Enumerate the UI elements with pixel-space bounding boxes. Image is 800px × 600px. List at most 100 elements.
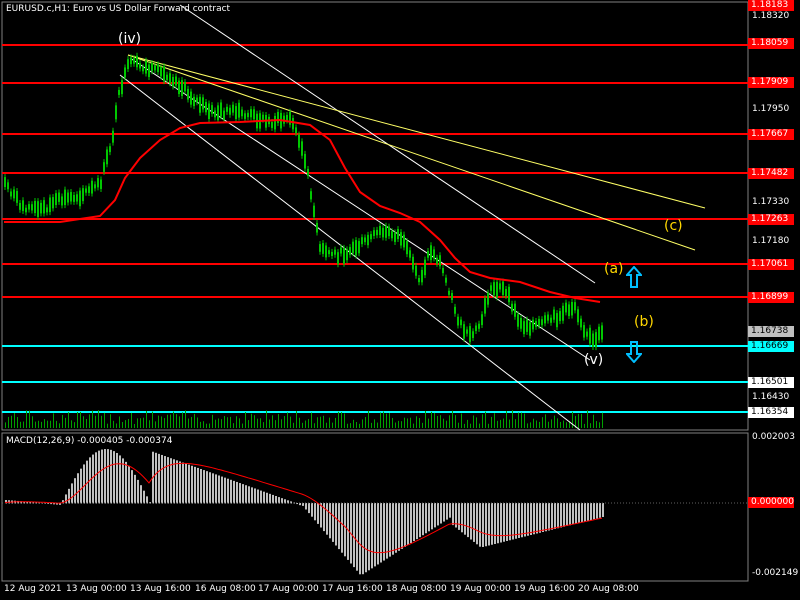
volume-bar: [338, 411, 339, 428]
volume-bar: [215, 419, 216, 428]
macd-histogram-bar: [566, 503, 568, 526]
candle-body: [25, 207, 27, 213]
macd-histogram-bar: [353, 503, 355, 568]
volume-bar: [257, 418, 258, 428]
candle-body: [382, 227, 384, 238]
wave-label-iv[interactable]: (iv): [118, 31, 141, 47]
volume-bar: [374, 419, 375, 428]
volume-bar: [218, 418, 219, 428]
macd-histogram-bar: [125, 461, 127, 504]
volume-bar: [146, 410, 147, 428]
macd-histogram-bar: [209, 472, 211, 504]
candle-body: [94, 184, 96, 189]
macd-histogram-bar: [305, 503, 307, 510]
macd-histogram-bar: [596, 503, 598, 519]
macd-histogram-bar: [74, 478, 76, 504]
volume-bar: [344, 413, 345, 428]
candle-body: [601, 325, 603, 340]
volume-bar: [386, 413, 387, 428]
candle-body: [565, 302, 567, 313]
macd-histogram-bar: [599, 503, 601, 518]
candle-body: [229, 107, 231, 115]
candle-body: [346, 249, 348, 261]
volume-bar: [155, 421, 156, 428]
candle-body: [493, 282, 495, 296]
candle-body: [85, 188, 87, 193]
candle-body: [19, 202, 21, 210]
candle-body: [145, 60, 147, 74]
wave-label-b[interactable]: (b): [634, 314, 654, 330]
volume-bar: [158, 415, 159, 428]
macd-histogram-bar: [563, 503, 565, 527]
candle-body: [97, 178, 99, 188]
macd-histogram-bar: [236, 481, 238, 504]
candle-body: [436, 257, 438, 264]
macd-histogram-bar: [122, 458, 124, 504]
volume-bar: [53, 413, 54, 428]
symbol-label: EURUSD.c,H1:: [6, 4, 70, 14]
volume-bar: [287, 412, 288, 428]
macd-histogram-bar: [401, 503, 403, 549]
candle-body: [52, 197, 54, 209]
macd-histogram-bar: [557, 503, 559, 529]
macd-histogram-bar: [530, 503, 532, 535]
macd-axis-label: 0.002003: [752, 432, 795, 442]
macd-zero-tag: 0.000000: [748, 497, 794, 508]
macd-histogram-bar: [590, 503, 592, 520]
macd-histogram-bar: [461, 503, 463, 533]
macd-histogram-bar: [110, 449, 112, 504]
volume-bar: [317, 417, 318, 428]
macd-histogram-bar: [335, 503, 337, 546]
candle-body: [442, 268, 444, 274]
price-chart[interactable]: [0, 0, 800, 600]
volume-bar: [260, 418, 261, 428]
macd-histogram-bar: [425, 503, 427, 534]
macd-histogram-bar: [167, 457, 169, 504]
volume-bar: [542, 417, 543, 428]
candle-body: [37, 201, 39, 217]
candle-body: [415, 265, 417, 276]
volume-bar: [425, 410, 426, 428]
volume-bar: [194, 413, 195, 428]
candle-body: [148, 64, 150, 78]
time-axis-label: 20 Aug 08:00: [578, 584, 639, 594]
volume-bar: [167, 414, 168, 428]
candle-body: [160, 67, 162, 77]
macd-histogram-bar: [542, 503, 544, 532]
candle-body: [451, 293, 453, 301]
volume-bar: [320, 416, 321, 428]
candle-body: [598, 326, 600, 341]
candle-body: [139, 63, 141, 69]
wave-label-v[interactable]: (v): [584, 352, 603, 368]
volume-bar: [47, 420, 48, 428]
macd-histogram-bar: [329, 503, 331, 539]
volume-bar: [71, 420, 72, 428]
candle-body: [298, 134, 300, 148]
candle-body: [10, 191, 12, 197]
volume-bar: [554, 415, 555, 428]
candle-body: [367, 234, 369, 246]
macd-histogram-bar: [143, 490, 145, 504]
trend-channel[interactable]: [119, 4, 706, 431]
macd-histogram-bar: [254, 488, 256, 504]
wave-label-c[interactable]: (c): [664, 218, 683, 234]
macd-histogram-bar: [578, 503, 580, 523]
wave-label-a[interactable]: (a): [604, 261, 624, 277]
arrow-up-icon[interactable]: [626, 266, 642, 288]
arrow-down-icon[interactable]: [626, 341, 642, 363]
candle-body: [121, 80, 123, 95]
volume-bar: [236, 416, 237, 428]
candle-body: [412, 256, 414, 270]
macd-histogram-bar: [536, 503, 538, 534]
macd-histogram-bar: [233, 480, 235, 504]
candle-body: [292, 118, 294, 130]
candle-body: [400, 232, 402, 246]
volume-bar: [467, 419, 468, 428]
price-tag: 1.16669: [748, 341, 794, 352]
candle-body: [133, 58, 135, 64]
candle-body: [82, 188, 84, 202]
candle-body: [586, 331, 588, 337]
candle-body: [301, 141, 303, 156]
volume-bar: [401, 421, 402, 428]
macd-histogram-bar: [545, 503, 547, 532]
